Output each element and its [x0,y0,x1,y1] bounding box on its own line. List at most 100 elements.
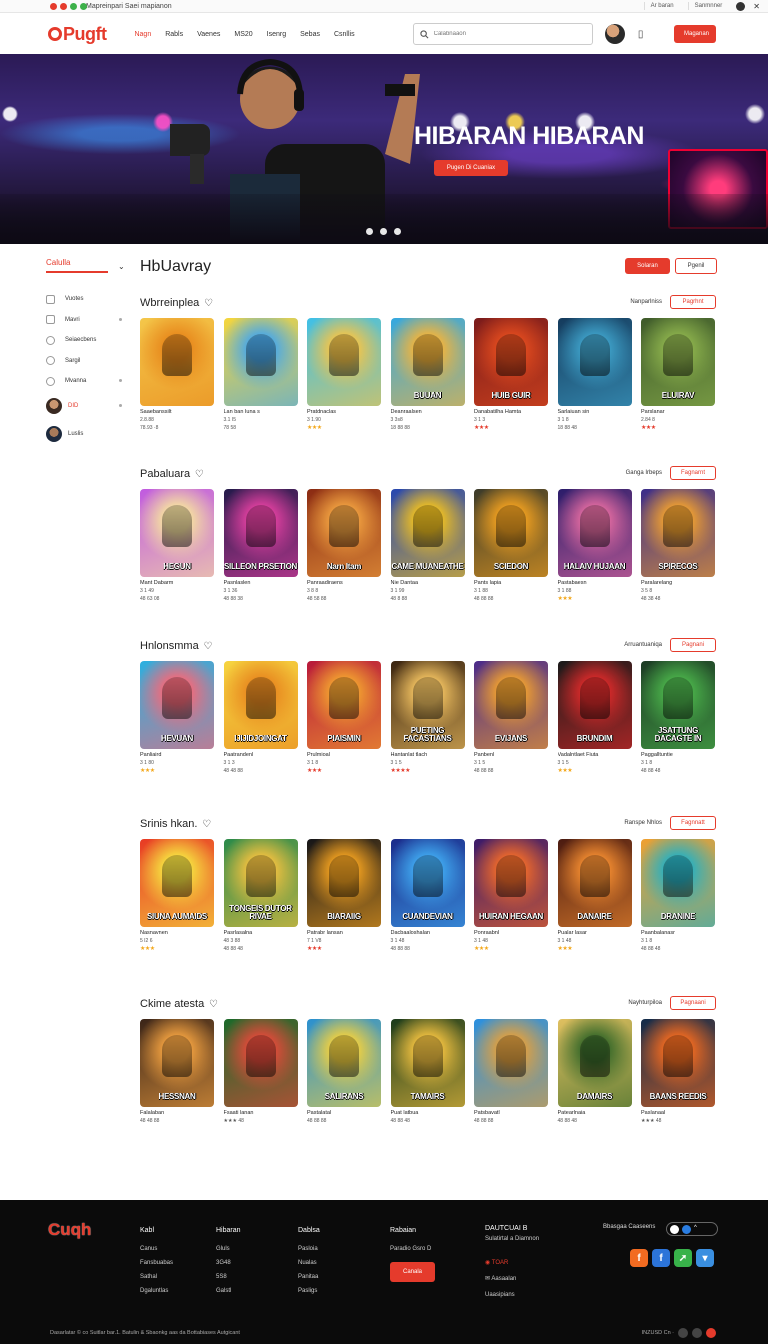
game-thumbnail[interactable]: SPIRECOS [641,489,715,577]
game-card[interactable]: SCIEDON Pants lapia 3 1 88 48 88 88 [474,489,548,602]
contact-phone[interactable]: ◉ TOAR [485,1258,539,1268]
game-card[interactable]: JSATTUNG DACAGTE IN Paggalltuntie 3 1 8 … [641,661,715,774]
footer-button[interactable]: Canala [390,1262,435,1282]
game-thumbnail[interactable]: SILLEON PRSETION [223,489,298,577]
share-icon[interactable] [692,1328,702,1338]
game-thumbnail[interactable] [474,1019,548,1107]
filter-item[interactable]: Vuotes [46,289,126,310]
game-name[interactable]: Saaebanssilt [140,409,214,415]
game-card[interactable]: SPIRECOS Paralarelang 3 5 8 48 38 48 [641,489,715,602]
game-name[interactable]: Lan ban Iuna s [224,409,298,415]
game-card[interactable]: Pratdnaclas 3 1.90 ★★★ [307,318,381,431]
footer-link[interactable]: Canus [140,1242,173,1256]
game-card[interactable]: BRUNDIM Vadalntlaet Fiuta 3 1 5 ★★★ [557,661,632,774]
game-thumbnail[interactable]: SIUNA AUMAIDS [140,839,214,927]
game-card[interactable]: EVIJANS Panbenl 3 1 5 48 88 88 [474,661,548,774]
game-card[interactable]: HEGUN Mant Dabarm 3 1 49 48 63 08 [140,489,214,602]
game-thumbnail[interactable] [557,318,632,406]
game-name[interactable]: Nie Dantaa [391,580,465,586]
game-thumbnail[interactable]: BRUNDIM [557,661,632,749]
theme-toggle[interactable]: ^ [666,1222,718,1236]
game-thumbnail[interactable]: BUUAN [390,318,465,406]
footer-link[interactable]: Pasligs [298,1284,320,1298]
game-card[interactable]: BIARAIIG Patrabr lansan 7 1 V8 ★★★ [307,839,381,952]
game-thumbnail[interactable]: HALAIV HUJAAN [557,489,632,577]
close-icon[interactable]: ✕ [753,2,760,11]
game-card[interactable]: DRANINE Paanbalanasr 3 1 8 48 88 48 [641,839,715,952]
avatar[interactable] [604,24,625,44]
section-view-button[interactable]: Pagnaani [670,996,716,1010]
filter-item[interactable]: Seiaecbens [46,330,126,351]
footer-link[interactable]: Galstl [216,1284,241,1298]
game-card[interactable]: PIAISMIN Prulmioal 3 1 8 ★★★ [307,661,381,774]
game-name[interactable]: Pualar lasar [558,930,632,936]
game-name[interactable]: Paralarelang [641,580,715,586]
contact-mail[interactable]: ✉ Aasaalan [485,1274,539,1284]
game-name[interactable]: Deanraalsen [391,409,465,415]
game-name[interactable]: Pasnlaslen [224,580,298,586]
settings-icon[interactable] [678,1328,688,1338]
game-name[interactable]: Danabatilha Hamta [474,409,548,415]
top-link-1[interactable]: Ar baran [643,2,680,10]
game-card[interactable]: HUIRAN HEGAAN Ponraabnl 3 1 48 ★★★ [474,839,548,952]
header-cta-button[interactable]: Maganan [674,25,716,43]
category-select[interactable]: Calulla [46,258,108,273]
game-thumbnail[interactable]: HESSNAN [140,1019,214,1107]
game-name[interactable]: Vadalntlaet Fiuta [558,752,632,758]
game-thumbnail[interactable]: SALIRANS [307,1019,381,1107]
game-name[interactable]: Panraadiraens [307,580,381,586]
share-icon[interactable]: ➚ [674,1249,692,1267]
game-card[interactable]: TONGEIS DUTOR RIVAE Pasrlasalna 48 3 88 … [223,839,298,952]
heart-icon[interactable]: ♡ [201,298,213,309]
section-more-link[interactable]: Ganga Irbeps [626,470,662,476]
carousel-dot[interactable] [380,228,387,235]
radio-icon[interactable] [46,376,55,386]
heart-icon[interactable]: ♡ [206,999,218,1010]
game-thumbnail[interactable]: HUIB GUIR [474,318,548,406]
game-card[interactable]: BAANS REEDIS Paslanaal ★★★ 48 [641,1019,715,1126]
footer-link[interactable]: Dgaluntlas [140,1284,173,1298]
game-name[interactable]: Pratdnaclas [307,409,381,415]
secondary-button[interactable]: Pgenil [675,258,717,274]
game-card[interactable]: CUANDEVIAN Dacbaaloshalan 3 1 48 48 88 8… [390,839,465,952]
game-thumbnail[interactable]: CAME MUANEATHE [390,489,465,577]
filter-item[interactable]: Sargil [46,351,126,372]
game-name[interactable]: Prulmioal [307,752,381,758]
search-box[interactable] [412,23,593,45]
heart-icon[interactable]: ♡ [199,819,211,830]
game-card[interactable]: Saaebanssilt 2.8.88 78.93 ·8 [140,318,214,431]
footer-link[interactable]: Nualas [298,1256,320,1270]
game-name[interactable]: Mant Dabarm [140,580,214,586]
game-name[interactable]: Patsbavatl [474,1110,548,1116]
game-thumbnail[interactable]: TONGEIS DUTOR RIVAE [223,839,298,927]
section-view-button[interactable]: Pagrhnt [670,295,716,309]
game-thumbnail[interactable]: BIARAIIG [307,839,381,927]
game-name[interactable]: Parslanar [641,409,715,415]
chevron-down-icon[interactable]: ⌄ [118,262,125,271]
game-thumbnail[interactable]: HUIRAN HEGAAN [474,839,548,927]
game-card[interactable]: SALIRANS Pastalatal 48 88 88 [307,1019,381,1126]
nav-item-0[interactable]: Nagn [134,31,151,38]
github-icon[interactable] [736,1,746,11]
footer-link[interactable]: 5S8 [216,1270,241,1284]
game-thumbnail[interactable]: BAANS REEDIS [641,1019,715,1107]
game-thumbnail[interactable]: Narn Itam [307,489,381,577]
game-thumbnail[interactable]: HEGUN [140,489,214,577]
flag-icon[interactable] [706,1328,716,1338]
footer-logo[interactable]: Cuqh [48,1220,91,1240]
twitter-icon[interactable]: ▾ [696,1249,714,1267]
game-card[interactable]: ELUIRAV Parslanar 2.84 8 ★★★ [641,318,715,431]
game-thumbnail[interactable]: CUANDEVIAN [390,839,465,927]
radio-icon[interactable] [46,356,55,366]
nav-item-2[interactable]: Vaenes [197,31,220,38]
footer-link[interactable]: Pasloia [298,1242,320,1256]
primary-button[interactable]: Solaran [625,258,670,274]
game-thumbnail[interactable]: HEVUAN [140,661,214,749]
game-name[interactable]: Paatrandenl [224,752,298,758]
game-card[interactable]: DAMAIRS Patearlnaia 48 88 48 [557,1019,632,1126]
footer-link[interactable]: Fansbuabas [140,1256,173,1270]
game-card[interactable]: DANAIRE Pualar lasar 3 1 48 ★★★ [557,839,632,952]
carousel-dot[interactable] [394,228,401,235]
game-card[interactable]: SILLEON PRSETION Pasnlaslen 3 1 36 48 88… [223,489,298,602]
game-thumbnail[interactable]: DAMAIRS [557,1019,632,1107]
